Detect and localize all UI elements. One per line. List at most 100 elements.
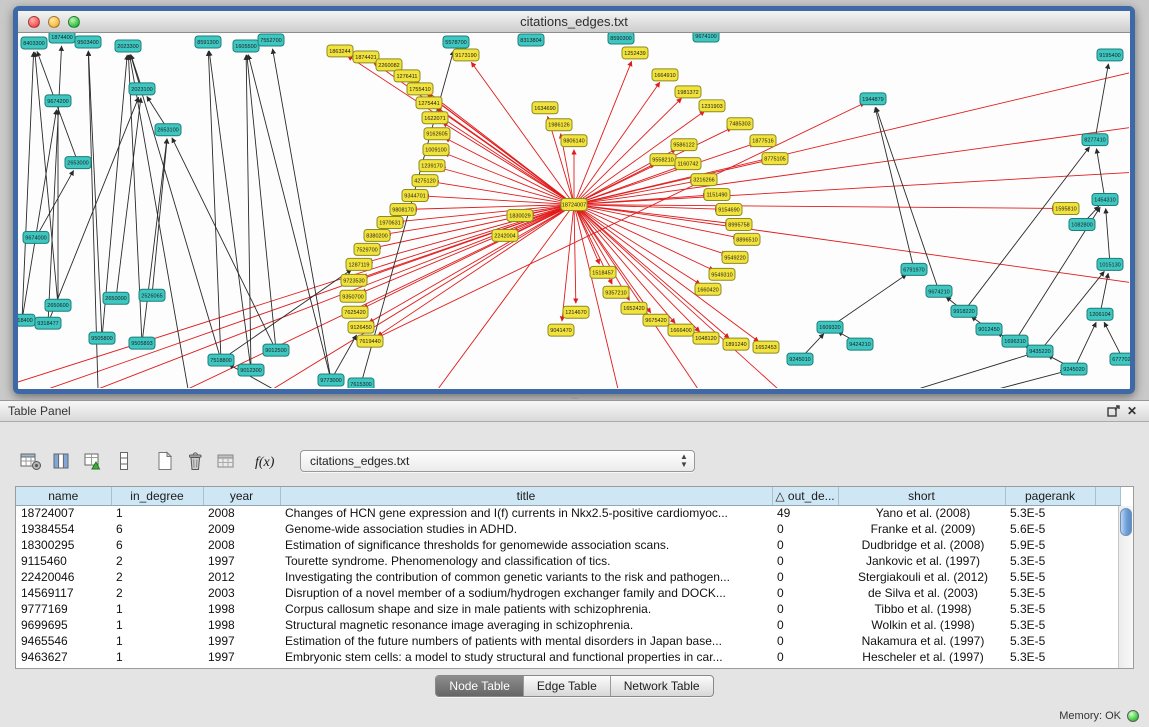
graph-node[interactable]: 1970631: [377, 216, 403, 228]
table-cell[interactable]: 2008: [203, 537, 280, 553]
graph-node[interactable]: 9154690: [716, 204, 742, 216]
table-cell[interactable]: 6: [111, 537, 203, 553]
graph-node[interactable]: 7518800: [208, 354, 234, 366]
table-cell[interactable]: 1997: [203, 633, 280, 649]
graph-node[interactable]: 1634690: [532, 102, 558, 114]
graph-node[interactable]: 1214670: [563, 306, 589, 318]
graph-node[interactable]: 9245020: [1061, 363, 1087, 375]
graph-node[interactable]: 9012500: [263, 344, 289, 356]
graph-node[interactable]: 1660420: [695, 283, 721, 295]
graph-node[interactable]: 1276411: [394, 70, 420, 82]
table-cell[interactable]: 0: [772, 633, 838, 649]
table-scrollbar-thumb[interactable]: [1120, 508, 1132, 536]
graph-node[interactable]: 1048120: [693, 332, 719, 344]
graph-node[interactable]: 1863244: [327, 45, 353, 57]
table-cell[interactable]: 0: [772, 553, 838, 569]
graph-node[interactable]: 7552700: [258, 34, 284, 46]
graph-node[interactable]: 6777020: [1110, 353, 1130, 365]
graph-node[interactable]: 1609320: [817, 321, 843, 333]
graph-node[interactable]: 1981372: [675, 86, 701, 98]
window-titlebar[interactable]: citations_edges.txt: [18, 11, 1130, 33]
table-row[interactable]: 977716911998Corpus callosum shape and si…: [16, 601, 1120, 617]
graph-node[interactable]: 1082800: [1069, 218, 1095, 230]
graph-node[interactable]: 9586122: [671, 139, 697, 151]
table-cell[interactable]: Nakamura et al. (1997): [838, 633, 1005, 649]
graph-node[interactable]: 1986126: [546, 119, 572, 131]
graph-node[interactable]: 2653100: [155, 124, 181, 136]
table-cell[interactable]: Franke et al. (2009): [838, 521, 1005, 537]
table-row[interactable]: 1938455462009Genome-wide association stu…: [16, 521, 1120, 537]
graph-node[interactable]: 1009100: [423, 144, 449, 156]
column-header[interactable]: pagerank: [1005, 487, 1095, 505]
column-header[interactable]: title: [280, 487, 772, 505]
graph-node[interactable]: 1160742: [675, 158, 701, 170]
table-row[interactable]: 946554611997Estimation of the future num…: [16, 633, 1120, 649]
table-cell[interactable]: 0: [772, 617, 838, 633]
table-cell[interactable]: 1997: [203, 553, 280, 569]
graph-node[interactable]: 9558210: [650, 154, 676, 166]
table-cell[interactable]: 5.3E-5: [1005, 505, 1095, 521]
graph-node[interactable]: 1944879: [860, 93, 886, 105]
graph-node[interactable]: 6791970: [901, 263, 927, 275]
graph-node[interactable]: 1518457: [590, 266, 616, 278]
table-cell[interactable]: 5.3E-5: [1005, 649, 1095, 665]
table-cell[interactable]: Estimation of the future numbers of pati…: [280, 633, 772, 649]
table-cell[interactable]: 1997: [203, 649, 280, 665]
delete-table-icon[interactable]: [182, 449, 208, 473]
graph-node[interactable]: 9041470: [548, 324, 574, 336]
graph-node[interactable]: 9505800: [89, 332, 115, 344]
graph-node[interactable]: 9549220: [722, 251, 748, 263]
table-cell[interactable]: Dudbridge et al. (2008): [838, 537, 1005, 553]
graph-node[interactable]: 9357210: [603, 286, 629, 298]
graph-node[interactable]: 1231903: [699, 100, 725, 112]
graph-node[interactable]: 1874421: [353, 51, 379, 63]
graph-node[interactable]: 1239170: [419, 160, 445, 172]
table-cell[interactable]: 5.6E-5: [1005, 521, 1095, 537]
table-cell[interactable]: 1: [111, 633, 203, 649]
graph-node[interactable]: 2260082: [376, 59, 402, 71]
table-cell[interactable]: Embryonic stem cells: a model to study s…: [280, 649, 772, 665]
graph-node[interactable]: 1206104: [1087, 308, 1113, 320]
table-cell[interactable]: 5.3E-5: [1005, 601, 1095, 617]
table-cell[interactable]: 9699695: [16, 617, 111, 633]
tab-network-table[interactable]: Network Table: [611, 676, 713, 696]
graph-node[interactable]: 2242004: [492, 229, 518, 241]
graph-node[interactable]: 1252439: [622, 47, 648, 59]
graph-node[interactable]: 1622071: [422, 112, 448, 124]
graph-node[interactable]: 1015130: [1097, 258, 1123, 270]
column-header[interactable]: △ out_de...: [772, 487, 838, 505]
graph-node[interactable]: 9245010: [787, 353, 813, 365]
graph-node[interactable]: 9424210: [847, 338, 873, 350]
graph-node[interactable]: 8313804: [518, 34, 544, 46]
table-cell[interactable]: 6: [111, 521, 203, 537]
graph-node[interactable]: 7529700: [354, 243, 380, 255]
graph-node[interactable]: 7625420: [342, 306, 368, 318]
graph-node[interactable]: 9350700: [340, 290, 366, 302]
table-cell[interactable]: 9463627: [16, 649, 111, 665]
column-header[interactable]: in_degree: [111, 487, 203, 505]
table-cell[interactable]: Hescheler et al. (1997): [838, 649, 1005, 665]
graph-node[interactable]: 8896510: [734, 233, 760, 245]
graph-node[interactable]: 1652420: [621, 302, 647, 314]
graph-node[interactable]: 1287119: [346, 258, 372, 270]
graph-node[interactable]: 9195400: [1097, 49, 1123, 61]
graph-node[interactable]: 5578700: [443, 36, 469, 48]
graph-node[interactable]: 1891240: [723, 338, 749, 350]
table-cell[interactable]: Tibbo et al. (1998): [838, 601, 1005, 617]
graph-node[interactable]: 8590300: [608, 33, 634, 44]
table-cell[interactable]: Stergiakouli et al. (2012): [838, 569, 1005, 585]
table-cell[interactable]: Disruption of a novel member of a sodium…: [280, 585, 772, 601]
table-cell[interactable]: 0: [772, 569, 838, 585]
table-cell[interactable]: de Silva et al. (2003): [838, 585, 1005, 601]
graph-node[interactable]: 1830029: [507, 210, 533, 222]
graph-node[interactable]: 1664910: [652, 69, 678, 81]
graph-node[interactable]: 1696310: [1002, 335, 1028, 347]
table-cell[interactable]: 5.3E-5: [1005, 553, 1095, 569]
graph-node[interactable]: 9173190: [453, 49, 479, 61]
table-cell[interactable]: 19384554: [16, 521, 111, 537]
table-cell[interactable]: Estimation of significance thresholds fo…: [280, 537, 772, 553]
table-cell[interactable]: 2: [111, 553, 203, 569]
graph-node[interactable]: 2526065: [139, 289, 165, 301]
table-cell[interactable]: 0: [772, 649, 838, 665]
table-cell[interactable]: 1: [111, 617, 203, 633]
